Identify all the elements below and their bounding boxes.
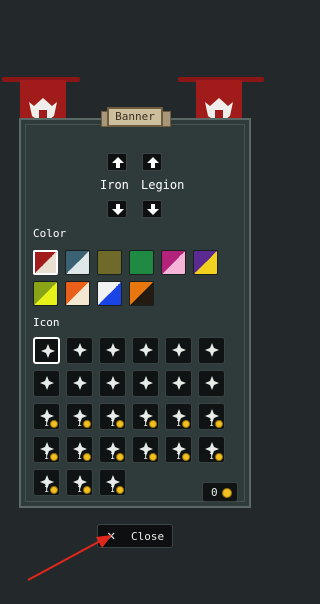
fleur-de-lis-icon[interactable]: 1 <box>33 403 60 430</box>
tower-icon[interactable]: 1 <box>33 469 60 496</box>
coin-icon <box>182 453 190 461</box>
arrow-up-icon <box>112 157 124 168</box>
staff-icon[interactable]: 1 <box>198 436 225 463</box>
coin-icon <box>50 453 58 461</box>
color-swatch[interactable] <box>161 250 186 275</box>
coin-icon <box>215 420 223 428</box>
arrow-down-icon <box>112 204 124 215</box>
icon-glyph <box>73 376 87 390</box>
mask-icon[interactable] <box>165 370 192 397</box>
icon-cost: 1 <box>44 452 49 461</box>
icon-glyph <box>41 344 55 358</box>
crossed-blades-icon[interactable] <box>198 337 225 364</box>
color-swatch[interactable] <box>65 281 90 306</box>
icon-cost: 1 <box>209 419 214 428</box>
icon-cost: 1 <box>110 452 115 461</box>
color-swatch[interactable] <box>129 250 154 275</box>
dagger-icon[interactable] <box>99 370 126 397</box>
arrow-up-icon <box>147 157 159 168</box>
coin-icon <box>149 420 157 428</box>
icon-cost: 1 <box>176 452 181 461</box>
coin-icon <box>83 420 91 428</box>
icon-glyph <box>106 376 120 390</box>
icon-glyph <box>73 343 87 357</box>
figure-icon[interactable]: 1 <box>99 469 126 496</box>
color-swatch[interactable] <box>97 250 122 275</box>
color-swatch[interactable] <box>65 250 90 275</box>
star-icon[interactable] <box>33 370 60 397</box>
diamond-icon[interactable]: 1 <box>66 436 93 463</box>
coin-icon <box>50 420 58 428</box>
crown-icon[interactable]: 1 <box>99 403 126 430</box>
coin-icon <box>182 420 190 428</box>
coin-icon <box>83 486 91 494</box>
icon-glyph <box>172 343 186 357</box>
winged-swords-icon[interactable] <box>33 337 60 364</box>
raven-icon[interactable]: 1 <box>165 436 192 463</box>
coin-icon <box>116 486 124 494</box>
icon-cost: 1 <box>143 419 148 428</box>
color-swatch[interactable] <box>33 281 58 306</box>
coin-count: 0 <box>211 486 218 499</box>
icon-glyph <box>205 343 219 357</box>
icon-glyph <box>106 343 120 357</box>
icon-cost: 1 <box>77 485 82 494</box>
flame-icon[interactable] <box>66 370 93 397</box>
bow-icon[interactable] <box>132 370 159 397</box>
fist-icon[interactable] <box>198 370 225 397</box>
coin-icon <box>149 453 157 461</box>
icon-cost: 1 <box>209 452 214 461</box>
color-swatch[interactable] <box>129 281 154 306</box>
icon-cost: 1 <box>44 485 49 494</box>
shield-icon[interactable]: 1 <box>132 403 159 430</box>
icon-cost: 1 <box>110 485 115 494</box>
snowflake-icon[interactable]: 1 <box>165 403 192 430</box>
icon-cost: 1 <box>77 452 82 461</box>
arrow-down-icon <box>147 204 159 215</box>
second-word-up-button[interactable] <box>142 153 162 171</box>
icon-glyph <box>205 376 219 390</box>
banner-name-first-word: Iron <box>100 178 129 192</box>
coin-icon <box>116 453 124 461</box>
icon-cost: 1 <box>77 419 82 428</box>
icon-glyph <box>172 376 186 390</box>
coin-icon <box>116 420 124 428</box>
color-swatch[interactable] <box>33 250 58 275</box>
pointer-arrow-annotation <box>27 535 112 581</box>
icon-glyph <box>139 376 153 390</box>
icon-cost: 1 <box>110 419 115 428</box>
coin-icon <box>215 453 223 461</box>
coin-icon <box>50 486 58 494</box>
icon-section-label: Icon <box>33 316 60 329</box>
first-word-up-button[interactable] <box>107 153 127 171</box>
coin-balance: 0 <box>202 482 238 502</box>
icon-glyph <box>139 343 153 357</box>
first-word-down-button[interactable] <box>107 200 127 218</box>
color-swatch[interactable] <box>97 281 122 306</box>
close-button-label: Close <box>131 530 165 543</box>
crescent-moon-icon[interactable] <box>66 337 93 364</box>
cross-hilt-icon[interactable]: 1 <box>132 436 159 463</box>
coin-icon <box>83 453 91 461</box>
coin-icon <box>222 488 232 498</box>
ankh-icon[interactable]: 1 <box>198 403 225 430</box>
trident-cross-icon[interactable]: 1 <box>66 403 93 430</box>
color-section-label: Color <box>33 227 67 240</box>
icon-cost: 1 <box>44 419 49 428</box>
splash-icon[interactable] <box>132 337 159 364</box>
banner-name-second-word: Legion <box>141 178 185 192</box>
crossed-swords-icon[interactable] <box>99 337 126 364</box>
icon-glyph <box>40 376 54 390</box>
horseshoe-icon[interactable]: 1 <box>66 469 93 496</box>
sun-burst-icon[interactable] <box>165 337 192 364</box>
icon-cost: 1 <box>176 419 181 428</box>
second-word-down-button[interactable] <box>142 200 162 218</box>
star-medallion-icon[interactable]: 1 <box>99 436 126 463</box>
panel-title: Banner <box>107 107 163 127</box>
icon-cost: 1 <box>143 452 148 461</box>
sword-upright-icon[interactable]: 1 <box>33 436 60 463</box>
color-swatch[interactable] <box>193 250 218 275</box>
